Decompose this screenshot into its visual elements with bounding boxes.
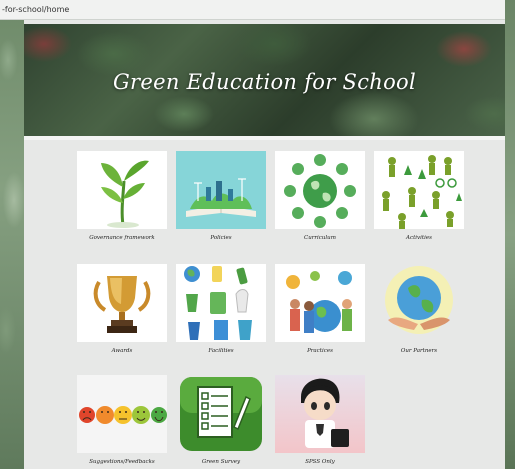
header-banner: Green Education for School: [24, 24, 505, 140]
tile-label: Green Survey: [201, 459, 241, 465]
tile-label: Practices: [307, 348, 333, 354]
page-content: Green Education for School Governance fr…: [24, 20, 505, 469]
survey-clipboard-icon: [176, 375, 266, 453]
tile-label: SPSS Only: [305, 459, 335, 465]
globe-eco-icons: [275, 151, 365, 229]
url-text: -for-school/home: [2, 5, 70, 14]
plant-sprout-icon: [77, 151, 167, 229]
trophy-icon: [77, 264, 167, 342]
tile-governance-framework[interactable]: Governance framework: [77, 151, 167, 241]
tile-spss-only[interactable]: SPSS Only: [275, 375, 365, 465]
eco-activities-icon: [374, 151, 464, 229]
tile-label: Facilities: [208, 348, 234, 354]
banner-divider: [24, 136, 505, 140]
tile-label: Our Partners: [400, 348, 438, 354]
tile-curriculum[interactable]: Curriculum: [275, 151, 365, 241]
page-background-right: [505, 0, 515, 469]
tile-green-survey[interactable]: Green Survey: [176, 375, 266, 465]
tile-practices[interactable]: Practices: [275, 264, 365, 354]
hands-globe-icon: [374, 264, 464, 342]
tile-policies[interactable]: Policies: [176, 151, 266, 241]
people-earth-icon: [275, 264, 365, 342]
page-background-left: [0, 0, 24, 469]
tile-label: Suggestions/Feedbacks: [89, 459, 155, 465]
tile-label: Governance framework: [89, 235, 155, 241]
address-bar[interactable]: -for-school/home: [0, 0, 505, 20]
site-title: Green Education for School: [112, 70, 417, 94]
tile-label: Activities: [406, 235, 432, 241]
open-book-city-icon: [176, 151, 266, 229]
tile-awards[interactable]: Awards: [77, 264, 167, 354]
tile-label: Curriculum: [304, 235, 336, 241]
tile-suggestions-feedbacks[interactable]: Suggestions/Feedbacks: [77, 375, 167, 465]
tile-label: Policies: [210, 235, 232, 241]
tile-facilities[interactable]: Facilities: [176, 264, 266, 354]
student-avatar-icon: [275, 375, 365, 453]
tile-label: Awards: [111, 348, 133, 354]
recycling-items-icon: [176, 264, 266, 342]
tile-our-partners[interactable]: Our Partners: [374, 264, 464, 354]
emoji-rating-icon: [77, 375, 167, 453]
tile-activities[interactable]: Activities: [374, 151, 464, 241]
